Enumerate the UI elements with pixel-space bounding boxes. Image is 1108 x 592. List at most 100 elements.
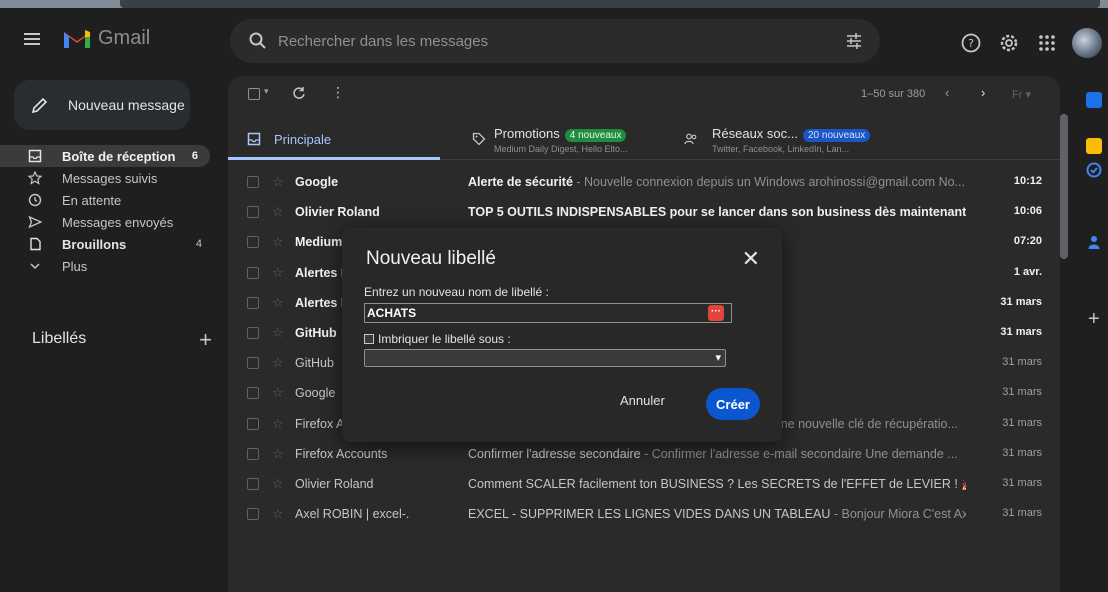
row-checkbox[interactable] xyxy=(247,477,259,490)
nest-label-checkbox[interactable] xyxy=(364,334,374,344)
parent-label-select[interactable]: ▾ xyxy=(364,349,726,367)
select-all-checkbox[interactable] xyxy=(248,88,260,100)
help-icon[interactable]: ? xyxy=(960,32,982,54)
mail-toolbar: ▾ ⋮ 1–50 sur 380 ‹ › Fr ▾ xyxy=(228,76,1060,112)
refresh-icon[interactable] xyxy=(292,86,306,100)
row-checkbox[interactable] xyxy=(247,508,259,521)
row-checkbox[interactable] xyxy=(247,296,259,309)
select-dropdown-icon[interactable]: ▾ xyxy=(264,86,269,97)
email-sender: Firefox Accounts xyxy=(295,446,388,461)
row-checkbox[interactable] xyxy=(247,357,259,370)
search-icon[interactable] xyxy=(248,31,268,51)
star-icon[interactable]: ☆ xyxy=(272,506,284,522)
row-checkbox[interactable] xyxy=(247,417,259,430)
nest-label-checkbox-row[interactable]: Imbriquer le libellé sous : xyxy=(364,332,511,346)
star-icon[interactable]: ☆ xyxy=(272,476,284,492)
calendar-icon[interactable] xyxy=(1086,92,1102,108)
table-row[interactable]: ☆ Google Alerte de sécurité - Nouvelle con… xyxy=(228,167,1060,197)
menu-bar xyxy=(24,38,40,40)
menu-bar xyxy=(24,33,40,35)
star-icon[interactable]: ☆ xyxy=(272,416,284,432)
star-icon[interactable]: ☆ xyxy=(272,204,284,220)
mail-list-scrollbar[interactable] xyxy=(1060,114,1068,259)
close-icon[interactable]: ✕ xyxy=(742,246,760,272)
contacts-icon[interactable] xyxy=(1086,234,1102,250)
apps-grid-icon[interactable] xyxy=(1036,32,1058,54)
tab-principale[interactable]: Principale xyxy=(228,116,440,160)
star-icon[interactable]: ☆ xyxy=(272,385,284,401)
row-checkbox[interactable] xyxy=(247,236,259,249)
pencil-icon xyxy=(31,97,48,114)
star-icon[interactable]: ☆ xyxy=(272,325,284,341)
compose-label: Nouveau message xyxy=(68,97,185,113)
settings-gear-icon[interactable] xyxy=(998,32,1020,54)
row-checkbox[interactable] xyxy=(247,447,259,460)
next-page-icon[interactable]: › xyxy=(981,85,985,100)
email-date: 31 mars xyxy=(1002,446,1042,459)
star-icon[interactable]: ☆ xyxy=(272,355,284,371)
table-row[interactable]: ☆ Firefox Accounts Confirmer l'adresse sec… xyxy=(228,439,1060,469)
email-subject: TOP 5 OUTILS INDISPENSABLES pour se lanc… xyxy=(468,205,966,220)
table-row[interactable]: ☆ Axel ROBIN | excel-. EXCEL - SUPPRIMER L… xyxy=(228,499,1060,529)
drafts-count: 4 xyxy=(195,238,202,250)
sidebar-item-more[interactable]: Plus xyxy=(0,255,214,277)
keep-icon[interactable] xyxy=(1086,138,1102,154)
browser-top-strip xyxy=(0,0,1108,8)
more-actions-icon[interactable]: ⋮ xyxy=(331,84,345,101)
main-menu-button[interactable] xyxy=(22,30,42,50)
sidebar-item-snoozed[interactable]: En attente xyxy=(0,189,214,211)
table-row[interactable]: ☆ Olivier Roland Comment SCALER facilement… xyxy=(228,469,1060,499)
row-checkbox[interactable] xyxy=(247,206,259,219)
password-manager-icon[interactable]: ··· xyxy=(708,305,724,321)
gmail-logo[interactable]: Gmail xyxy=(62,26,150,50)
star-icon[interactable]: ☆ xyxy=(272,265,284,281)
sidebar-item-label: Messages envoyés xyxy=(62,214,174,230)
prev-page-icon[interactable]: ‹ xyxy=(945,85,949,100)
table-row[interactable]: ☆ Olivier Roland TOP 5 OUTILS INDISPENSABL… xyxy=(228,197,1060,227)
sidebar-item-label: Brouillons xyxy=(62,236,127,252)
sidebar-item-sent[interactable]: Messages envoyés xyxy=(0,211,214,233)
gmail-m-icon xyxy=(64,30,90,48)
email-date: 10:06 xyxy=(1013,205,1042,218)
row-checkbox[interactable] xyxy=(247,176,259,188)
sidebar-item-starred[interactable]: Messages suivis xyxy=(0,167,214,189)
add-addon-button[interactable]: + xyxy=(1088,308,1100,331)
star-icon[interactable]: ☆ xyxy=(272,234,284,250)
sidebar-item-label: Boîte de réception xyxy=(62,148,176,164)
draft-icon xyxy=(30,237,41,251)
add-label-button[interactable]: + xyxy=(199,327,212,353)
sidebar-item-inbox[interactable]: Boîte de réception 6 xyxy=(0,145,210,167)
social-badge: 20 nouveaux xyxy=(803,129,871,142)
compose-button[interactable]: Nouveau message xyxy=(14,80,190,130)
tab-subtitle: Twitter, Facebook, LinkedIn, Lan... xyxy=(712,144,850,154)
create-button[interactable]: Créer xyxy=(706,388,760,420)
tab-social[interactable]: Réseaux soc... 20 nouveaux Twitter, Faceb… xyxy=(680,116,900,160)
sidebar-item-drafts[interactable]: Brouillons 4 xyxy=(0,233,214,255)
sidebar-nav: Boîte de réception 6 Messages suivis En … xyxy=(0,145,214,277)
tasks-icon[interactable] xyxy=(1086,162,1102,178)
star-icon[interactable]: ☆ xyxy=(272,174,284,190)
tab-title: Réseaux soc... 20 nouveaux xyxy=(712,126,871,142)
sidebar-item-label: En attente xyxy=(62,192,122,208)
row-checkbox[interactable] xyxy=(247,266,259,279)
email-date: 31 mars xyxy=(1002,507,1042,520)
search-options-icon[interactable] xyxy=(844,31,864,51)
star-icon[interactable]: ☆ xyxy=(272,295,284,311)
email-sender: Olivier Roland xyxy=(295,205,380,220)
email-date: 31 mars xyxy=(1002,356,1042,369)
nest-label-caption: Imbriquer le libellé sous : xyxy=(378,332,511,346)
cancel-button[interactable]: Annuler xyxy=(620,393,665,408)
star-icon[interactable]: ☆ xyxy=(272,446,284,462)
email-date: 31 mars xyxy=(1000,295,1042,308)
row-checkbox[interactable] xyxy=(247,387,259,400)
label-name-input[interactable] xyxy=(364,303,732,323)
search-input[interactable] xyxy=(278,19,798,63)
chevron-down-icon xyxy=(30,263,40,270)
row-checkbox[interactable] xyxy=(247,326,259,339)
email-sender: Olivier Roland xyxy=(295,476,374,491)
new-label-dialog: Nouveau libellé ✕ Entrez un nouveau nom … xyxy=(342,228,782,442)
input-language-selector[interactable]: Fr ▾ xyxy=(1012,88,1031,101)
email-date: 1 avr. xyxy=(1013,265,1042,278)
tab-promotions[interactable]: Promotions 4 nouveaux Medium Daily Digest… xyxy=(460,116,670,160)
account-avatar[interactable] xyxy=(1072,28,1102,58)
